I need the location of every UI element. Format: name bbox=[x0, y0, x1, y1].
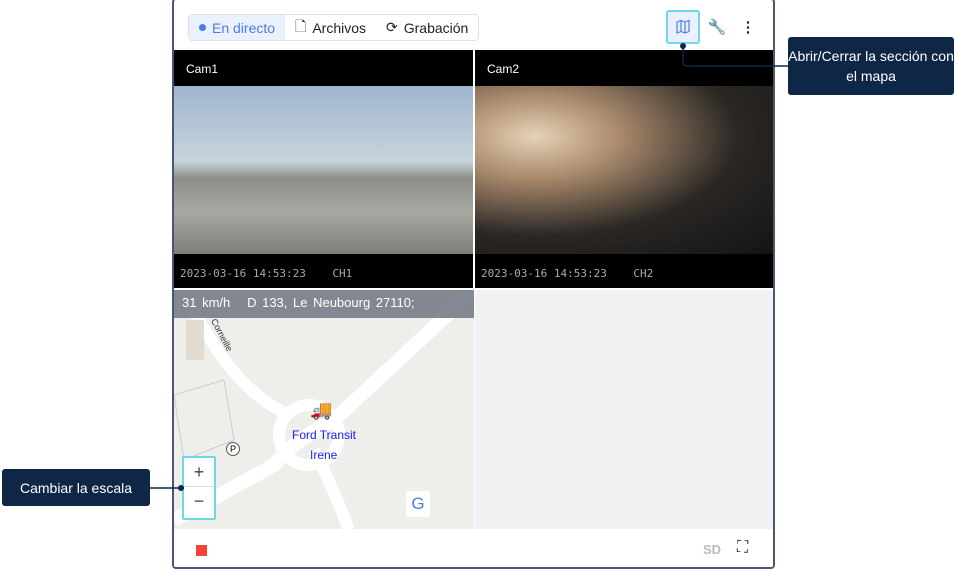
recording-icon: ⟳ bbox=[386, 19, 398, 35]
unit-name-label: Ford Transit bbox=[292, 428, 357, 442]
camera-timestamp: 2023-03-16 14:53:23 CH2 bbox=[481, 267, 654, 280]
tab-files-label: Archivos bbox=[312, 19, 366, 36]
more-menu-button[interactable]: ⋮ bbox=[731, 10, 765, 44]
quality-toggle[interactable]: SD bbox=[703, 542, 721, 557]
map-toggle-button[interactable] bbox=[666, 10, 700, 44]
fullscreen-icon[interactable]: ⛶ bbox=[737, 539, 748, 557]
zoom-control: + − bbox=[182, 456, 216, 520]
player-footer: SD ⛶ bbox=[174, 531, 773, 567]
mode-tabs: En directo 🗋 Archivos ⟳ Grabación bbox=[188, 14, 480, 41]
camera-view-2[interactable]: Cam2 2023-03-16 14:53:23 CH2 bbox=[475, 50, 773, 288]
map-view[interactable]: Corneille 31 km/h D 133, Le Neubourg 271… bbox=[174, 290, 474, 529]
tab-live[interactable]: En directo bbox=[189, 15, 286, 40]
speed-readout: 31 km/h bbox=[182, 295, 231, 310]
parking-icon: P bbox=[226, 442, 240, 456]
location-info-bar: 31 km/h D 133, Le Neubourg 27110; bbox=[174, 290, 474, 318]
address-readout: D 133, Le Neubourg 27110; bbox=[247, 295, 415, 310]
file-icon: 🗋 bbox=[295, 17, 307, 34]
tab-recording[interactable]: ⟳ Grabación bbox=[376, 15, 478, 40]
tab-files[interactable]: 🗋 Archivos bbox=[285, 15, 376, 40]
video-panel: En directo 🗋 Archivos ⟳ Grabación 🔧 ⋮ Cam1… bbox=[172, 0, 775, 569]
truck-marker-icon[interactable]: 🚚 bbox=[310, 400, 332, 421]
camera-view-1[interactable]: Cam1 2023-03-16 14:53:23 CH1 bbox=[174, 50, 473, 288]
camera-label: Cam2 bbox=[487, 62, 520, 76]
camera-timestamp: 2023-03-16 14:53:23 CH1 bbox=[180, 267, 353, 280]
map-icon bbox=[676, 19, 690, 34]
camera-frame bbox=[475, 86, 773, 254]
google-logo-icon[interactable]: G bbox=[406, 491, 430, 517]
settings-wrench-button[interactable]: 🔧 bbox=[700, 10, 734, 44]
tab-live-label: En directo bbox=[212, 19, 276, 36]
live-dot-icon bbox=[199, 24, 206, 31]
tab-recording-label: Grabación bbox=[403, 19, 469, 36]
stop-icon[interactable] bbox=[196, 545, 207, 556]
callout-zoom: Cambiar la escala bbox=[2, 469, 150, 506]
zoom-in-button[interactable]: + bbox=[184, 458, 214, 487]
empty-slot bbox=[475, 290, 773, 529]
camera-frame bbox=[174, 86, 473, 254]
wrench-icon: 🔧 bbox=[707, 19, 727, 36]
driver-label: Irene bbox=[310, 448, 338, 462]
callout-map-toggle: Abrir/Cerrar la sección con el mapa bbox=[788, 37, 954, 95]
camera-label: Cam1 bbox=[186, 62, 219, 76]
zoom-out-button[interactable]: − bbox=[184, 487, 214, 516]
more-vertical-icon: ⋮ bbox=[740, 19, 756, 36]
